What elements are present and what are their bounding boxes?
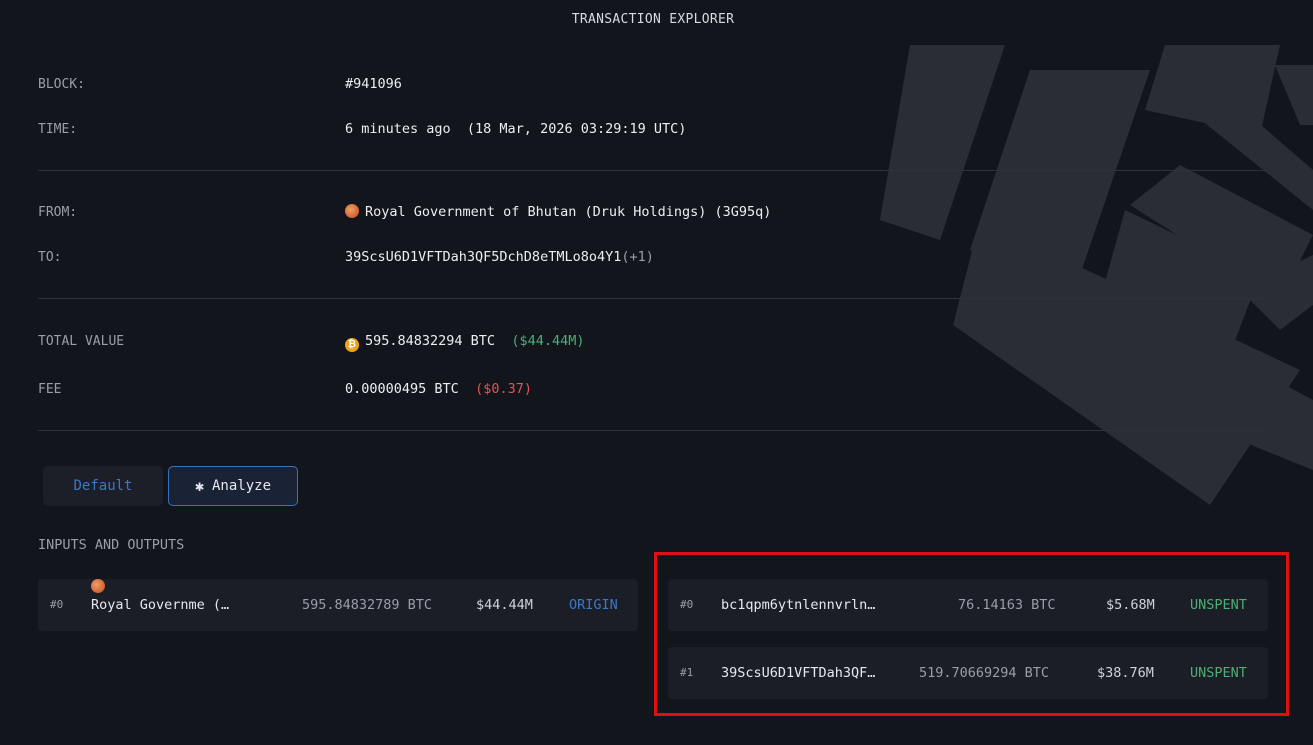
input-index: #0 [50,598,64,611]
fee-row: FEE 0.00000495 BTC ($0.37) [38,381,532,397]
total-value-row: TOTAL VALUE ₿ 595.84832294 BTC ($44.44M) [38,333,584,352]
input-status-origin[interactable]: ORIGIN [569,579,618,631]
tab-analyze[interactable]: ✱ Analyze [168,466,298,506]
bitcoin-icon: ₿ [345,338,359,352]
output-address[interactable]: 39ScsU6D1VFTDah3QF… [721,647,875,699]
bhutan-flag-icon [345,204,359,218]
page-title: TRANSACTION EXPLORER [571,12,735,27]
output-status: UNSPENT [1190,597,1247,613]
output-amount: 519.70669294 BTC [919,665,1050,681]
from-entity-name[interactable]: Royal Government of Bhutan (Druk Holding… [365,204,771,220]
output-row[interactable]: #0 bc1qpm6ytnlennvrln… 76.14163 BTC $5.6… [668,579,1268,631]
tab-default-label: Default [73,478,133,494]
fee-usd: ($0.37) [475,381,532,397]
time-value: 6 minutes ago (18 Mar, 2026 03:29:19 UTC… [345,121,687,137]
to-address[interactable]: 39ScsU6D1VFTDah3QF5DchD8eTMLo8o4Y1 [345,249,621,265]
tab-default[interactable]: Default [43,466,163,506]
divider [38,170,1268,171]
fee-btc: 0.00000495 BTC [345,381,459,397]
analyze-icon: ✱ [194,477,204,495]
output-usd: $5.68M [1106,597,1155,613]
output-address[interactable]: bc1qpm6ytnlennvrln… [721,579,875,631]
input-row[interactable]: #0 Royal Governme (… 595.84832789 BTC $4… [38,579,638,631]
input-entity-name: Royal Governme (… [91,597,230,613]
divider [38,430,1268,431]
tab-analyze-label: Analyze [212,478,272,494]
to-extra-count[interactable]: (+1) [621,249,654,265]
to-row: TO: 39ScsU6D1VFTDah3QF5DchD8eTMLo8o4Y1(+… [38,249,654,265]
time-row: TIME: 6 minutes ago (18 Mar, 2026 03:29:… [38,121,686,137]
output-index: #0 [680,598,694,611]
inputs-outputs-title: INPUTS AND OUTPUTS [38,537,185,553]
block-row: BLOCK: #941096 [38,76,402,92]
output-amount: 76.14163 BTC [958,597,1056,613]
total-value-usd: ($44.44M) [511,333,585,349]
to-label: TO: [38,250,62,265]
time-label: TIME: [38,122,78,137]
divider [38,298,1268,299]
block-value[interactable]: #941096 [345,76,402,92]
output-row[interactable]: #1 39ScsU6D1VFTDah3QF… 519.70669294 BTC … [668,647,1268,699]
input-amount: 595.84832789 BTC [302,597,433,613]
from-label: FROM: [38,205,78,220]
block-label: BLOCK: [38,77,85,92]
output-usd: $38.76M [1097,665,1154,681]
to-value: 39ScsU6D1VFTDah3QF5DchD8eTMLo8o4Y1(+1) [345,249,654,265]
output-status: UNSPENT [1190,665,1247,681]
from-value[interactable]: Royal Government of Bhutan (Druk Holding… [345,204,771,220]
input-usd: $44.44M [476,597,533,613]
total-value-btc: 595.84832294 BTC [365,333,496,349]
total-value-label: TOTAL VALUE [38,334,125,349]
total-value: ₿ 595.84832294 BTC ($44.44M) [345,333,584,352]
background-logo-watermark [880,45,1313,505]
fee-label: FEE [38,382,62,397]
fee-value: 0.00000495 BTC ($0.37) [345,381,532,397]
output-index: #1 [680,666,694,679]
from-row: FROM: Royal Government of Bhutan (Druk H… [38,204,771,220]
